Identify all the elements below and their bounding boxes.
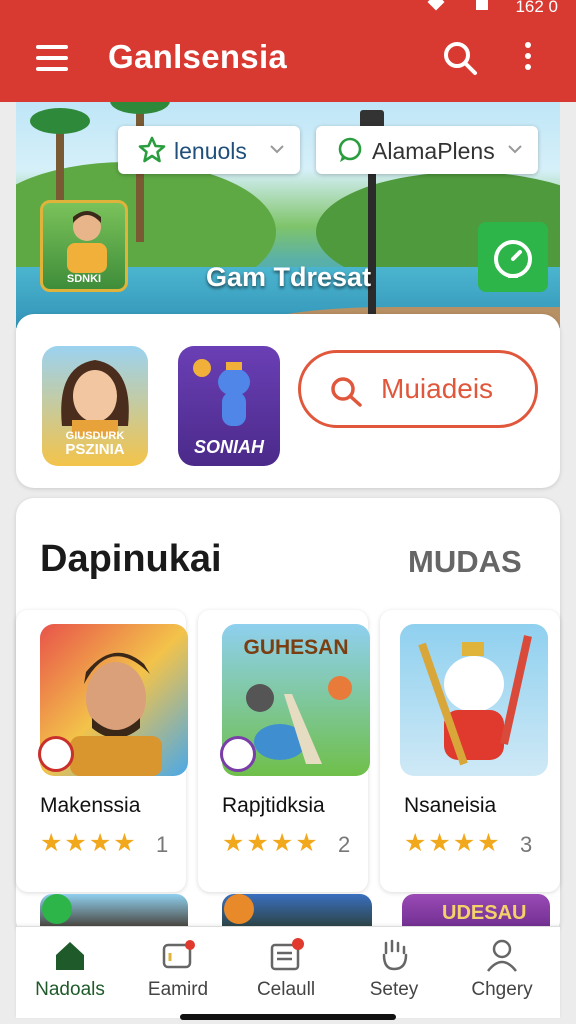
rating-count: 3 <box>520 832 533 857</box>
mascot-icon <box>193 359 250 426</box>
app-title: Ganlsensia <box>108 38 288 75</box>
rating-count: 1 <box>156 832 169 857</box>
app-bar: Ganlsensia <box>0 20 576 102</box>
rating-stars: ★★★★ <box>222 829 320 857</box>
game-card[interactable]: Makenssia ★★★★ 1 <box>16 610 188 892</box>
quick-tile-label: SONIAH <box>193 437 264 457</box>
star-icon <box>138 136 166 163</box>
more-vert-icon[interactable] <box>520 42 536 74</box>
home-indicator <box>180 1014 396 1020</box>
section-title: Dapinukai <box>40 538 222 580</box>
quick-tile-soniah[interactable]: SONIAH <box>178 346 280 466</box>
rating-stars: ★★★★ <box>40 829 138 857</box>
timer-icon <box>494 240 532 278</box>
game-card[interactable]: GUHESAN Rapjtidksia ★★★★ 2 <box>198 610 370 892</box>
nav-item-setey[interactable]: Setey <box>340 927 448 1019</box>
quick-tile-pszinia[interactable]: GIUSDURK PSZINIA <box>42 346 148 466</box>
peek-banner: UDESAU <box>442 902 527 924</box>
player-character-icon <box>67 211 107 273</box>
game-badge-icon <box>42 894 72 924</box>
game-badge-icon <box>38 736 74 772</box>
search-icon[interactable] <box>442 40 478 76</box>
bottom-navigation: Nadoals Eamird Celaull Setey Chgery <box>16 926 560 1018</box>
nav-item-celaull[interactable]: Celaull <box>232 927 340 1019</box>
chat-bubble-icon <box>338 137 362 162</box>
nav-label: Nadoals <box>35 979 105 1000</box>
hand-icon <box>382 939 408 971</box>
game-card[interactable]: Nsaneisia ★★★★ 3 <box>380 610 560 892</box>
game-name: Rapjtidksia <box>222 794 325 817</box>
profile-icon <box>487 939 517 972</box>
character-portrait-icon <box>61 360 129 436</box>
game-thumbnail <box>400 624 548 776</box>
muiadeis-button[interactable]: Muiadeis <box>298 350 538 428</box>
hero-player-avatar[interactable]: SDNKI <box>40 200 128 292</box>
game-name: Makenssia <box>40 794 141 817</box>
rating-count: 2 <box>338 832 351 857</box>
battery-icon <box>476 0 488 10</box>
nav-label: Chgery <box>471 979 533 1000</box>
nav-label: Celaull <box>256 979 316 1000</box>
filter-dropdown-right[interactable]: AlamaPlens <box>316 126 538 174</box>
section-more-link[interactable]: MUDAS <box>408 544 522 580</box>
nav-item-chgery[interactable]: Chgery <box>448 927 556 1019</box>
chevron-down-icon <box>508 145 522 154</box>
menu-icon[interactable] <box>36 45 68 71</box>
gamepad-icon <box>162 940 195 969</box>
hero-player-label: SDNKI <box>66 273 102 285</box>
muiadeis-label: Muiadeis <box>381 373 494 404</box>
quick-tile-label: PSZINIA <box>65 441 125 458</box>
news-icon <box>270 938 304 971</box>
home-icon <box>56 942 84 970</box>
status-bar: 162 0 <box>0 0 576 20</box>
filter-left-label: lenuols <box>174 138 247 164</box>
rating-stars: ★★★★ <box>404 829 502 857</box>
game-badge-icon <box>224 894 254 924</box>
nav-label: Eamird <box>147 979 209 1000</box>
chevron-down-icon <box>270 145 284 154</box>
nav-label: Setey <box>369 979 419 1000</box>
wifi-icon <box>427 0 445 11</box>
hero-caption: Gam Tdresat <box>206 262 372 292</box>
status-time: 162 0 <box>515 0 558 16</box>
game-name: Nsaneisia <box>404 794 497 817</box>
game-badge-icon <box>220 736 256 772</box>
nav-item-nadoals[interactable]: Nadoals <box>16 927 124 1019</box>
timer-button[interactable] <box>478 222 548 292</box>
mascot-bear-icon <box>418 635 532 766</box>
filter-dropdown-left[interactable]: lenuols <box>118 126 300 174</box>
search-icon <box>331 377 362 407</box>
filter-right-label: AlamaPlens <box>372 138 495 164</box>
nav-item-eamird[interactable]: Eamird <box>124 927 232 1019</box>
